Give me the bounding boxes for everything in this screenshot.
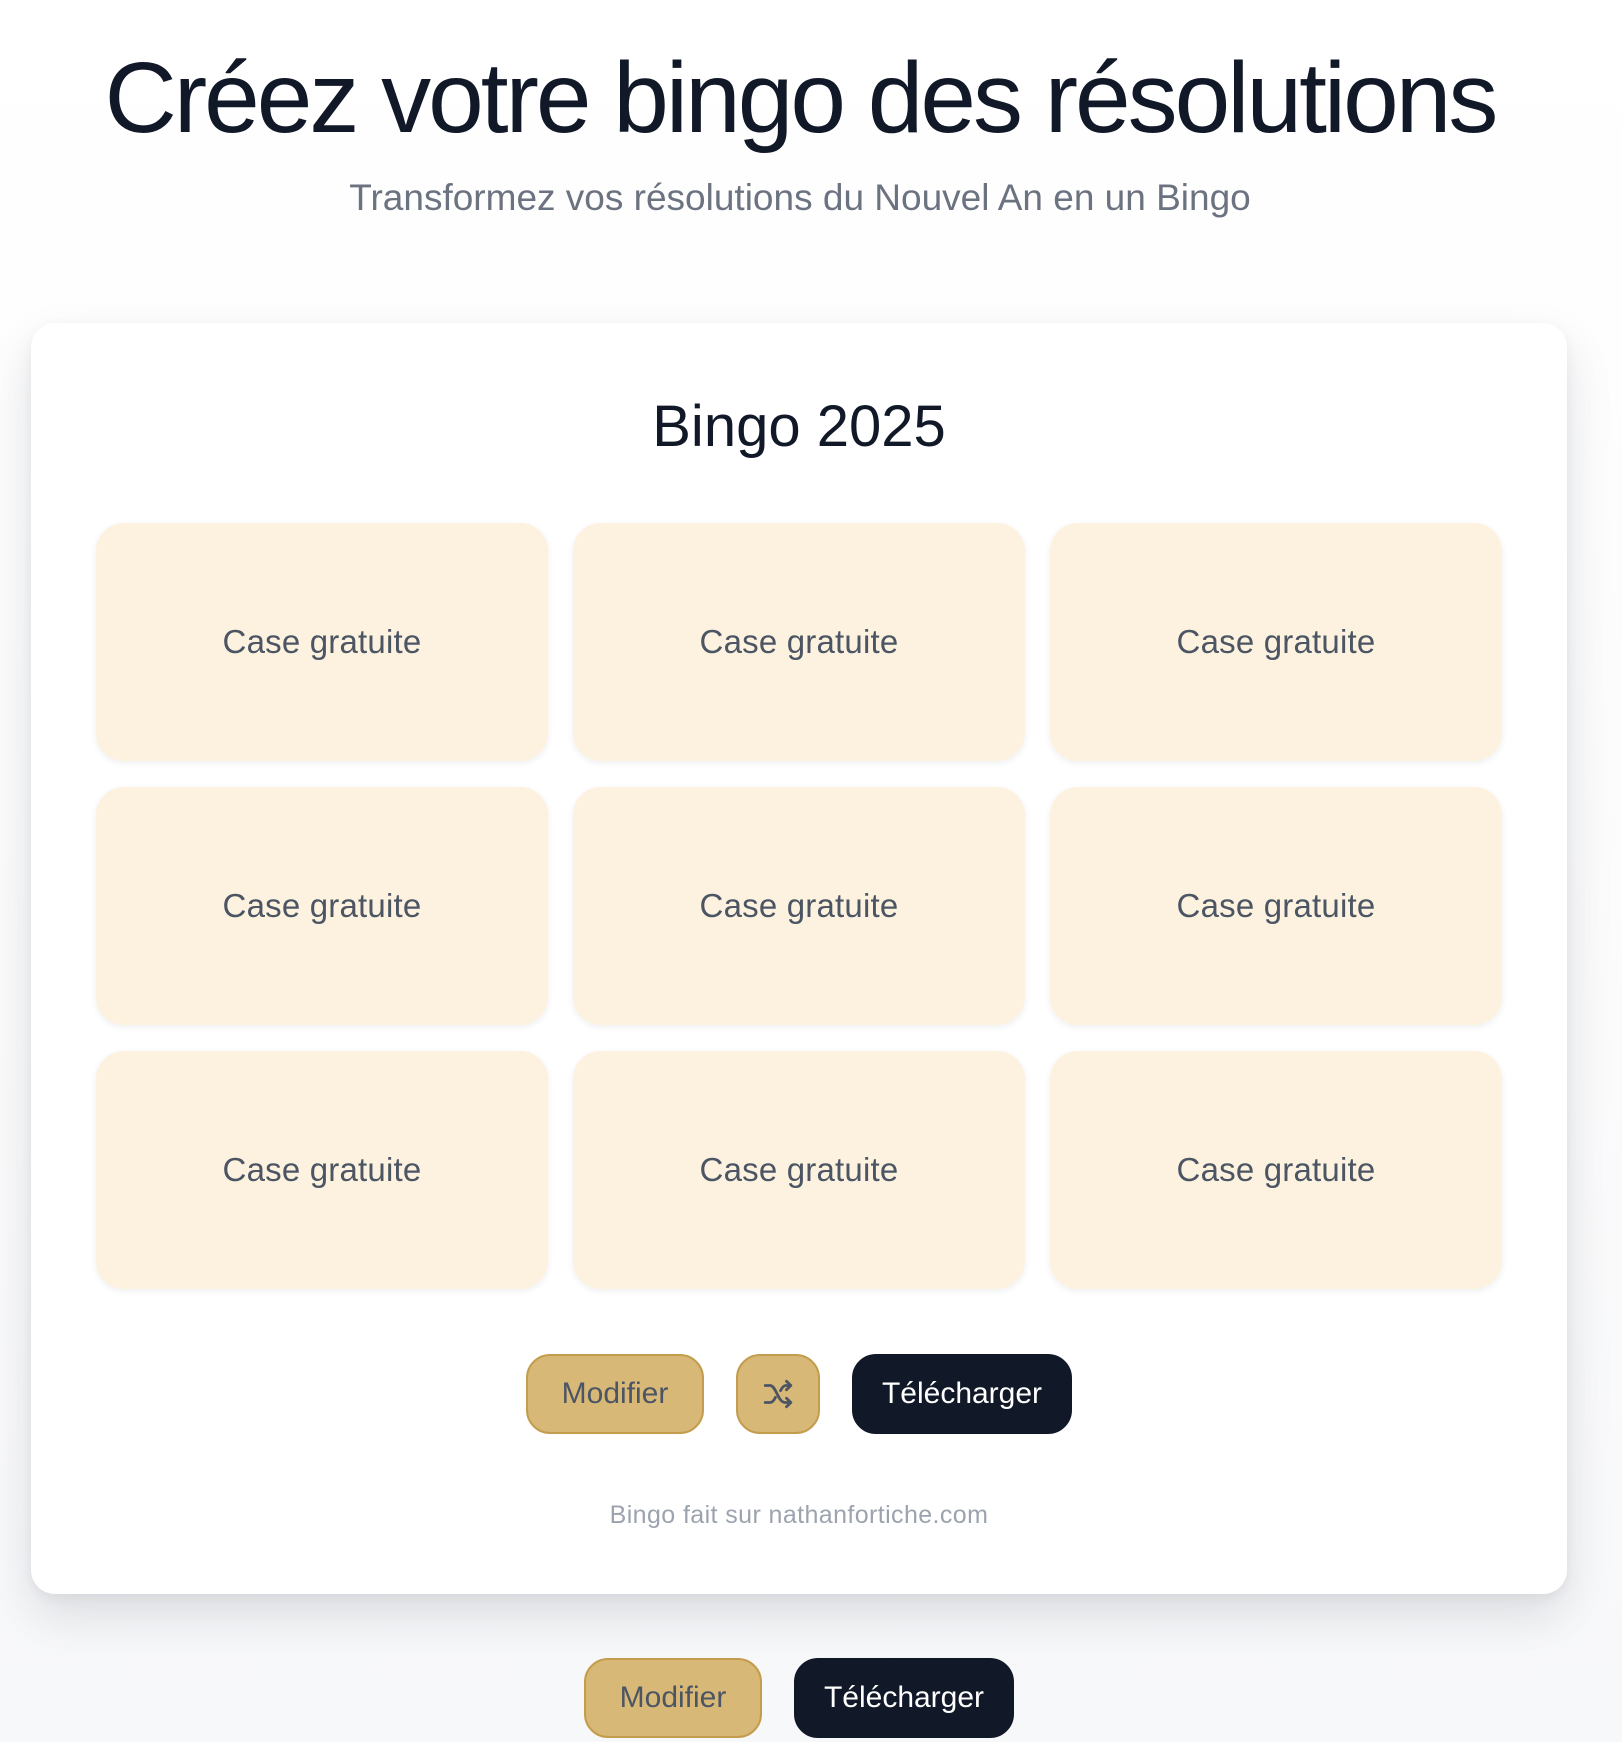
bingo-cell[interactable]: Case gratuite	[96, 787, 548, 1025]
page-action-bar: Modifier Télécharger	[0, 1658, 1622, 1740]
bingo-cell-label: Case gratuite	[222, 623, 422, 660]
bingo-cell[interactable]: Case gratuite	[1050, 787, 1502, 1025]
card-download-button[interactable]: Télécharger	[852, 1354, 1072, 1434]
page-subtitle: Transformez vos résolutions du Nouvel An…	[349, 177, 1251, 218]
bingo-cell-label: Case gratuite	[699, 887, 899, 924]
card-modify-button[interactable]: Modifier	[526, 1354, 704, 1434]
bingo-cell[interactable]: Case gratuite	[96, 1051, 548, 1289]
bingo-cell-label: Case gratuite	[1176, 1151, 1376, 1188]
bingo-cell-label: Case gratuite	[222, 1151, 422, 1188]
page-title: Créez votre bingo des résolutions	[104, 42, 1499, 154]
bingo-grid: Case gratuite Case gratuite Case gratuit…	[96, 523, 1502, 1289]
shuffle-button[interactable]	[736, 1354, 820, 1434]
bingo-card: Bingo 2025 Case gratuite Case gratuite C…	[31, 323, 1567, 1594]
page-modify-button[interactable]: Modifier	[584, 1658, 762, 1738]
bingo-cell-label: Case gratuite	[699, 623, 899, 660]
bingo-cell[interactable]: Case gratuite	[573, 523, 1025, 761]
shuffle-icon	[761, 1377, 795, 1411]
bingo-credit: Bingo fait sur nathanfortiche.com	[609, 1501, 989, 1529]
bingo-cell[interactable]: Case gratuite	[96, 523, 548, 761]
bingo-cell-label: Case gratuite	[1176, 887, 1376, 924]
bingo-cell[interactable]: Case gratuite	[1050, 1051, 1502, 1289]
page-download-button[interactable]: Télécharger	[794, 1658, 1014, 1738]
bingo-cell-label: Case gratuite	[699, 1151, 899, 1188]
bingo-title: Bingo 2025	[652, 394, 946, 459]
card-action-bar: Modifier Télécharger	[31, 1354, 1567, 1435]
bingo-cell[interactable]: Case gratuite	[573, 787, 1025, 1025]
bingo-cell-label: Case gratuite	[222, 887, 422, 924]
bingo-cell-label: Case gratuite	[1176, 623, 1376, 660]
bingo-cell[interactable]: Case gratuite	[573, 1051, 1025, 1289]
bingo-cell[interactable]: Case gratuite	[1050, 523, 1502, 761]
